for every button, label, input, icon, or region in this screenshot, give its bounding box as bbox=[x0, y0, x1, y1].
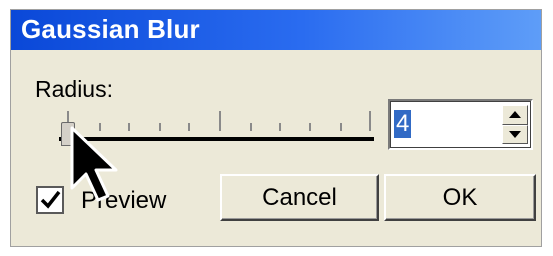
radius-input[interactable]: 4 bbox=[388, 99, 533, 150]
slider-tick bbox=[219, 111, 221, 131]
slider-tick bbox=[159, 123, 161, 131]
spin-up-button[interactable] bbox=[502, 105, 528, 125]
preview-checkbox[interactable] bbox=[36, 186, 64, 214]
slider-tick bbox=[188, 123, 190, 131]
cancel-button[interactable]: Cancel bbox=[220, 174, 379, 221]
radius-spinner[interactable] bbox=[502, 105, 528, 144]
checkmark-icon bbox=[40, 190, 61, 209]
slider-tick bbox=[250, 123, 252, 131]
arrow-up-icon bbox=[509, 111, 521, 119]
radius-value[interactable]: 4 bbox=[394, 110, 412, 138]
slider-tick bbox=[369, 111, 371, 131]
arrow-down-icon bbox=[509, 130, 521, 138]
title-bar[interactable]: Gaussian Blur bbox=[11, 10, 541, 50]
radius-label: Radius: bbox=[35, 76, 113, 102]
gaussian-blur-dialog: Gaussian Blur Radius: 4 Preview Cancel O… bbox=[10, 9, 542, 247]
window-title: Gaussian Blur bbox=[21, 14, 200, 44]
slider-tick bbox=[309, 123, 311, 131]
spin-down-button[interactable] bbox=[502, 124, 528, 144]
ok-button[interactable]: OK bbox=[384, 174, 536, 221]
arrow-cursor-icon bbox=[70, 126, 118, 202]
slider-tick bbox=[340, 123, 342, 131]
slider-tick bbox=[279, 123, 281, 131]
